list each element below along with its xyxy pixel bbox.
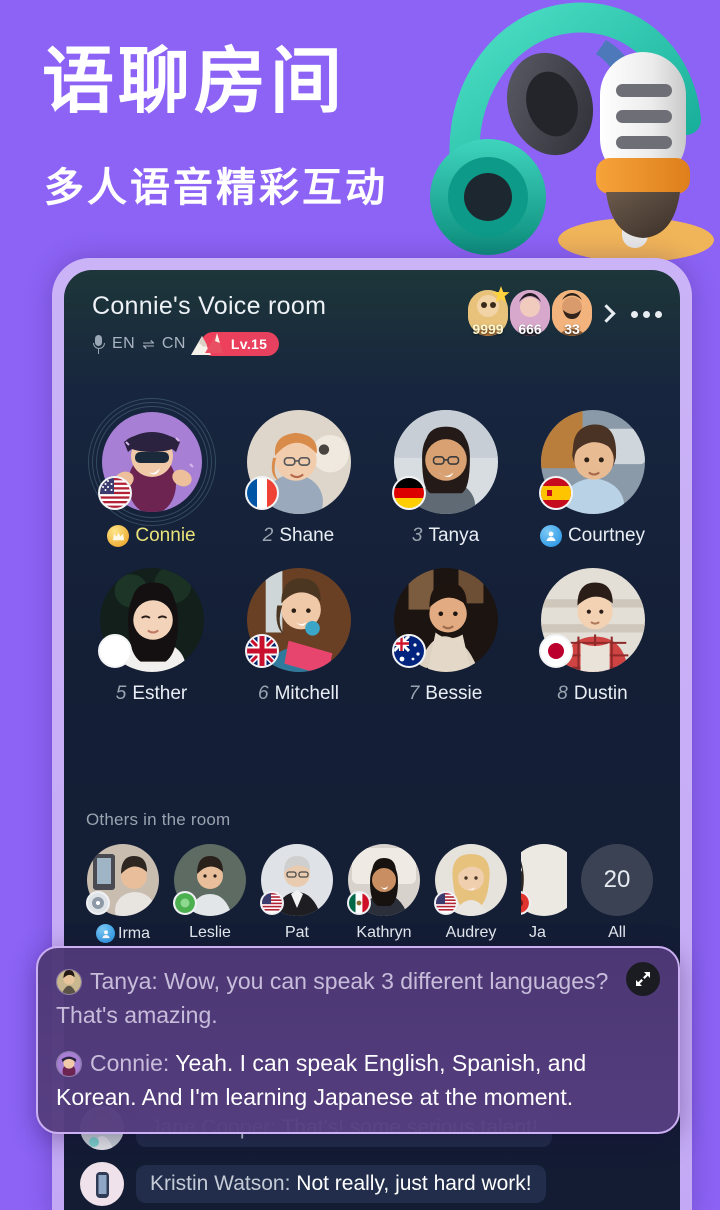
verified-user-icon xyxy=(96,924,115,943)
language-to: CN xyxy=(161,335,186,352)
chat-message-body: Not really, just hard work! xyxy=(296,1172,532,1195)
expand-fullscreen-icon[interactable] xyxy=(626,962,660,996)
contribution-count-3: 33 xyxy=(564,321,580,337)
flag-fr xyxy=(244,476,279,510)
speaker-name: Tanya xyxy=(428,525,480,546)
avatar xyxy=(56,969,82,995)
media-icon xyxy=(86,891,110,915)
others-title: Others in the room xyxy=(86,810,231,829)
mountain-rank-icon xyxy=(190,333,223,355)
flag-es xyxy=(538,476,573,510)
other-member-pat[interactable]: Pat xyxy=(260,844,334,942)
speaker-number: 3 xyxy=(411,525,423,546)
more-dots-icon[interactable] xyxy=(631,310,662,318)
contribution-count-2: 666 xyxy=(518,321,542,337)
room-header-actions: 9999 666 33 xyxy=(464,286,662,340)
verified-user-icon xyxy=(539,525,562,547)
speaker-number: 7 xyxy=(408,683,420,704)
room-title: Connie's Voice room xyxy=(92,292,327,320)
flag-mx xyxy=(347,891,371,915)
overlay-message-2: Connie: Yeah. I can speak English, Spani… xyxy=(56,1046,656,1114)
promo-banner: 语聊房间 多人语音精彩互动 xyxy=(0,0,720,276)
speaker-name: Mitchell xyxy=(274,683,339,704)
flag-us xyxy=(434,891,458,915)
speaker-seat-esther[interactable]: 5 Esther xyxy=(87,568,217,706)
other-member-ja[interactable]: Ja xyxy=(521,844,567,942)
chat-message-text: Kristin Watson: Not really, just hard wo… xyxy=(136,1165,546,1203)
chat-message-sender: Kristin Watson: xyxy=(150,1172,291,1195)
other-member-name: Irma xyxy=(118,924,150,942)
other-member-audrey[interactable]: Audrey xyxy=(434,844,508,942)
overlay-message-1: Tanya: Wow, you can speak 3 different la… xyxy=(56,964,656,1032)
speaker-seat-bessie[interactable]: 7 Bessie xyxy=(381,568,511,706)
speaker-number: 5 xyxy=(115,683,127,704)
contribution-badge-3[interactable]: 33 xyxy=(548,288,596,340)
flag-de xyxy=(391,476,426,510)
speaker-name: Esther xyxy=(132,683,188,704)
host-crown-icon xyxy=(107,525,130,547)
others-total-count: 20 xyxy=(581,844,653,916)
chat-overlay-panel[interactable]: Tanya: Wow, you can speak 3 different la… xyxy=(36,946,680,1134)
overlay-message-sender: Tanya: xyxy=(90,968,158,994)
flag-jp xyxy=(538,634,573,668)
flag-au xyxy=(391,634,426,668)
speaker-row-1: Connie 2 Shane 3 Tanya Courtney xyxy=(64,398,680,548)
avatar xyxy=(80,1162,124,1206)
chat-message[interactable]: Kristin Watson: Not really, just hard wo… xyxy=(80,1162,668,1206)
banner-subtitle: 多人语音精彩互动 xyxy=(44,166,388,210)
speaker-seat-courtney[interactable]: Courtney xyxy=(528,410,658,548)
others-all-label: All xyxy=(608,924,626,941)
other-member-name: Kathryn xyxy=(356,924,412,941)
language-from: EN xyxy=(112,335,136,352)
contribution-count-1: 9999 xyxy=(472,321,504,337)
green-dot-icon xyxy=(173,891,197,915)
level-badge-label: Lv.15 xyxy=(230,336,268,352)
others-section: Others in the room Irma Leslie Pat Kathr… xyxy=(64,810,680,943)
flag-us xyxy=(97,476,132,510)
others-view-all-button[interactable]: 20 All xyxy=(580,844,654,942)
overlay-message-sender: Connie: xyxy=(90,1050,170,1076)
level-badge[interactable]: Lv.15 xyxy=(190,332,280,356)
flag-kr xyxy=(97,634,132,668)
speaker-name: Courtney xyxy=(567,525,646,546)
contribution-badge-2[interactable]: 666 xyxy=(506,288,554,340)
avatar xyxy=(56,1051,82,1077)
other-member-name: Leslie xyxy=(189,924,231,941)
speaker-seat-mitchell[interactable]: 6 Mitchell xyxy=(234,568,364,706)
swap-arrows-icon: ⇌ xyxy=(142,336,155,353)
speaker-name: Shane xyxy=(279,525,335,546)
speaker-row-2: 5 Esther 6 Mitchell 7 Bessie 8 Dustin xyxy=(64,568,680,706)
contribution-badge-1[interactable]: 9999 xyxy=(464,286,512,340)
speaker-number: 2 xyxy=(262,525,274,546)
speaker-seat-shane[interactable]: 2 Shane xyxy=(234,410,364,548)
banner-title: 语聊房间 xyxy=(42,42,347,122)
speaker-seat-connie[interactable]: Connie xyxy=(87,398,217,548)
chevron-right-icon[interactable] xyxy=(600,304,611,324)
room-header: Connie's Voice room EN ⇌ CN Lv.15 9999 6… xyxy=(64,270,680,378)
speaker-seat-tanya[interactable]: 3 Tanya xyxy=(381,410,511,548)
speaker-name: Connie xyxy=(135,525,196,546)
headphones-microphone-illustration xyxy=(430,2,714,262)
others-list: Irma Leslie Pat Kathryn Audrey Ja 20 All xyxy=(86,844,658,943)
speaker-name: Bessie xyxy=(425,683,483,704)
flag-us xyxy=(260,891,284,915)
other-member-name: Ja xyxy=(529,924,546,941)
speaker-name: Dustin xyxy=(573,683,628,704)
speaker-seat-dustin[interactable]: 8 Dustin xyxy=(528,568,658,706)
other-member-name: Audrey xyxy=(445,924,497,941)
other-member-kathryn[interactable]: Kathryn xyxy=(347,844,421,942)
speaker-grid: Connie 2 Shane 3 Tanya Courtney 5 Esther… xyxy=(64,398,680,726)
speaker-number: 6 xyxy=(258,683,269,704)
other-member-name: Pat xyxy=(284,924,309,941)
other-member-irma[interactable]: Irma xyxy=(86,844,160,943)
speaker-number: 8 xyxy=(557,683,568,704)
room-meta: EN ⇌ CN Lv.15 xyxy=(92,332,280,356)
other-member-leslie[interactable]: Leslie xyxy=(173,844,247,942)
flag-gb xyxy=(244,634,279,668)
microphone-icon xyxy=(92,334,105,354)
